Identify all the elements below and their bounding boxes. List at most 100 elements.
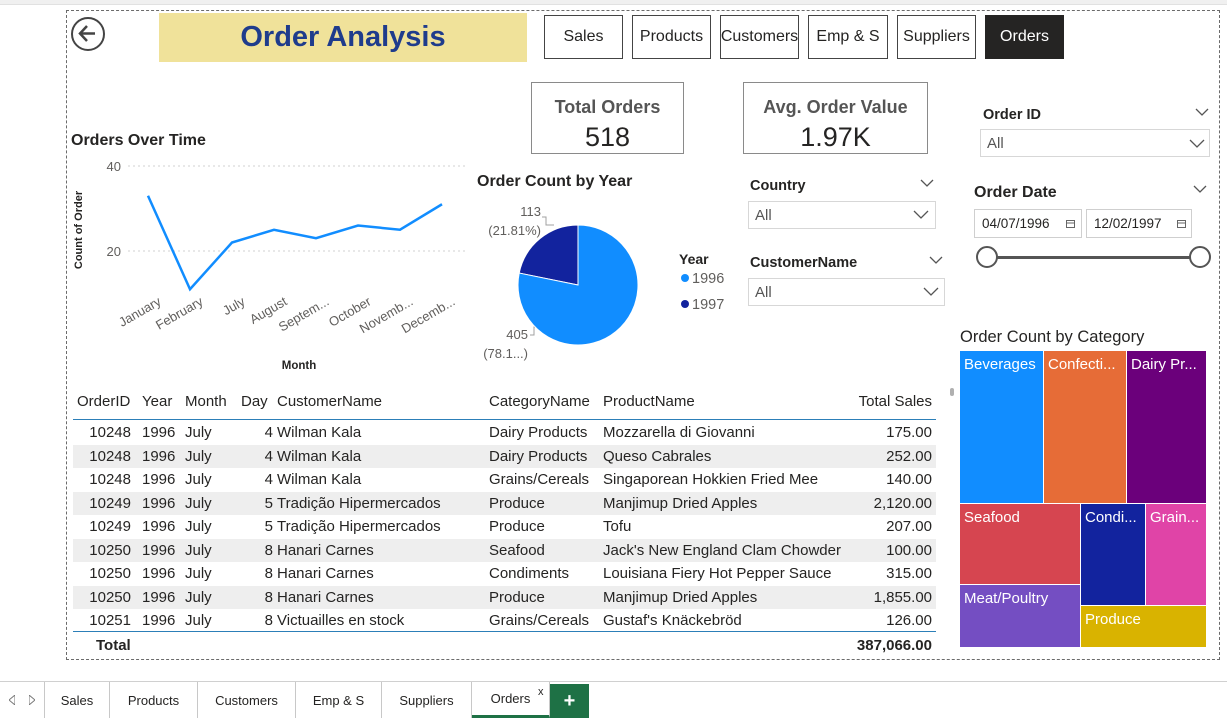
- chevron-down-icon[interactable]: [1193, 185, 1207, 194]
- tab-suppliers[interactable]: Suppliers: [382, 682, 472, 718]
- cell-month: July: [185, 612, 212, 629]
- nav-button-products[interactable]: Products: [632, 15, 711, 59]
- cell-total-sales: 1,855.00: [873, 588, 932, 606]
- table-row[interactable]: 10249 1996 July 5 Tradição Hipermercados Prod…: [73, 491, 936, 515]
- resize-handle[interactable]: [950, 388, 954, 396]
- triangle-left-icon[interactable]: [9, 695, 15, 705]
- table-row[interactable]: 10248 1996 July 4 Wilman Kala Grains/Cereals S…: [73, 468, 936, 492]
- tab-label: Products: [127, 692, 180, 708]
- treemap-cell-label: Produce: [1085, 611, 1141, 628]
- cell-categoryname: Produce: [489, 588, 545, 606]
- treemap-cell-condiments[interactable]: Condi...: [1081, 504, 1146, 606]
- nav-button-sales[interactable]: Sales: [544, 15, 623, 59]
- date-range-start-handle[interactable]: [976, 246, 998, 268]
- order-id-slicer-title: Order ID: [983, 107, 1042, 123]
- tab-label: Sales: [60, 692, 94, 708]
- customer-name-dropdown[interactable]: All: [748, 278, 945, 306]
- order-count-by-category-treemap[interactable]: Beverages Confecti... Dairy Pr... Seafoo…: [960, 351, 1207, 648]
- date-range-end-handle[interactable]: [1189, 246, 1211, 268]
- table-row[interactable]: 10250 1996 July 8 Hanari Carnes Produce Manjim…: [73, 585, 936, 609]
- cell-productname: Singaporean Hokkien Fried Mee: [603, 471, 819, 488]
- table-row[interactable]: 10248 1996 July 4 Wilman Kala Dairy Products M…: [73, 421, 936, 445]
- legend-marker: [681, 300, 689, 308]
- tab-label: Emp & S: [312, 692, 365, 708]
- nav-button-customers[interactable]: Customers: [720, 15, 799, 59]
- nav-button-emp-s[interactable]: Emp & S: [808, 15, 888, 59]
- chevron-down-icon[interactable]: [1195, 108, 1209, 117]
- column-header-orderid[interactable]: OrderID: [77, 393, 130, 410]
- treemap-cell-produce[interactable]: Produce: [1081, 606, 1207, 648]
- cell-day: 8: [264, 541, 273, 559]
- tab-emp-s[interactable]: Emp & S: [296, 682, 382, 718]
- orders-line-series[interactable]: [146, 195, 443, 292]
- table-row[interactable]: 10250 1996 July 8 Hanari Carnes Condiments Lou…: [73, 562, 936, 586]
- nav-button-label: Emp & S: [816, 28, 880, 45]
- table-row[interactable]: 10248 1996 July 4 Wilman Kala Dairy Products Q…: [73, 444, 936, 468]
- country-dropdown[interactable]: All: [748, 201, 936, 229]
- column-header-day[interactable]: Day: [241, 393, 268, 410]
- treemap-cell-grains[interactable]: Grain...: [1146, 504, 1207, 606]
- chevron-down-icon[interactable]: [1189, 139, 1205, 149]
- cell-month: July: [185, 471, 212, 488]
- column-header-year[interactable]: Year: [142, 393, 172, 410]
- cell-productname: Manjimup Dried Apples: [603, 588, 758, 606]
- legend-label[interactable]: 1997: [692, 297, 724, 313]
- cell-total-sales: 315.00: [886, 565, 932, 582]
- cell-year: 1996: [142, 518, 176, 535]
- triangle-right-icon[interactable]: [29, 695, 35, 705]
- order-id-dropdown[interactable]: All: [980, 129, 1210, 157]
- column-header-customername[interactable]: CustomerName: [277, 393, 382, 410]
- column-header-total-sales[interactable]: Total Sales: [859, 393, 932, 410]
- column-header-categoryname[interactable]: CategoryName: [489, 393, 590, 410]
- column-header-month[interactable]: Month: [185, 393, 227, 410]
- cell-categoryname: Dairy Products: [489, 447, 588, 465]
- cell-customername: Victuailles en stock: [277, 612, 405, 629]
- treemap-cell-dairy-products[interactable]: Dairy Pr...: [1127, 351, 1207, 504]
- cell-orderid: 10248: [89, 447, 131, 465]
- cell-total-sales: 140.00: [886, 471, 932, 488]
- chevron-down-icon[interactable]: [923, 287, 939, 297]
- table-row[interactable]: 10250 1996 July 8 Hanari Carnes Seafood Jack's…: [73, 538, 936, 562]
- table-header-row: OrderID Year Month Day CustomerName Cate…: [73, 390, 936, 414]
- tab-sales[interactable]: Sales: [45, 682, 110, 718]
- legend-marker: [681, 274, 689, 282]
- nav-button-label: Products: [639, 28, 704, 45]
- close-tab-icon[interactable]: x: [538, 686, 544, 698]
- treemap-cell-meat-poultry[interactable]: Meat/Poultry: [960, 585, 1081, 648]
- treemap-cell-label: Meat/Poultry: [964, 590, 1049, 607]
- plus-icon: +: [563, 689, 576, 712]
- x-axis-label: Month: [282, 360, 316, 372]
- nav-button-orders[interactable]: Orders: [985, 15, 1064, 59]
- add-page-button[interactable]: +: [550, 684, 589, 718]
- cell-categoryname: Seafood: [489, 541, 545, 559]
- chevron-down-icon[interactable]: [920, 179, 934, 188]
- date-range-track: [988, 256, 1200, 259]
- calendar-icon[interactable]: [1177, 219, 1186, 228]
- cell-month: July: [185, 565, 212, 582]
- orders-over-time-chart[interactable]: 40 20 Count of Order Month JanuaryFebrua…: [66, 150, 476, 378]
- table-row[interactable]: 10251 1996 July 8 Victuailles en stock Grains…: [73, 609, 936, 633]
- treemap-cell-seafood[interactable]: Seafood: [960, 504, 1081, 585]
- chevron-down-icon[interactable]: [929, 256, 943, 265]
- pie-label-1996-count: 405: [506, 327, 528, 342]
- table-total-divider: [73, 631, 936, 632]
- cell-total-sales: 207.00: [886, 518, 932, 535]
- calendar-icon[interactable]: [1066, 219, 1075, 228]
- card-label: Total Orders: [554, 97, 661, 117]
- treemap-cell-confections[interactable]: Confecti...: [1044, 351, 1127, 504]
- order-date-slicer-title: Order Date: [974, 184, 1057, 201]
- nav-button-suppliers[interactable]: Suppliers: [897, 15, 976, 59]
- legend-label[interactable]: 1996: [692, 271, 724, 287]
- nav-button-label: Sales: [563, 28, 604, 45]
- page-title-text: Order Analysis: [240, 21, 446, 53]
- back-button[interactable]: [71, 17, 105, 51]
- table-row[interactable]: 10249 1996 July 5 Tradição Hipermercados Prod…: [73, 515, 936, 539]
- cell-categoryname: Produce: [489, 518, 545, 535]
- tab-products[interactable]: Products: [110, 682, 198, 718]
- column-header-productname[interactable]: ProductName: [603, 393, 695, 410]
- treemap-cell-beverages[interactable]: Beverages: [960, 351, 1044, 504]
- order-count-by-year-chart[interactable]: 113 (21.81%) 405 (78.1...) Year 1996 1997: [476, 195, 736, 370]
- pie-label-1997-count: 113: [520, 204, 541, 219]
- tab-customers[interactable]: Customers: [198, 682, 296, 718]
- chevron-down-icon[interactable]: [913, 210, 929, 220]
